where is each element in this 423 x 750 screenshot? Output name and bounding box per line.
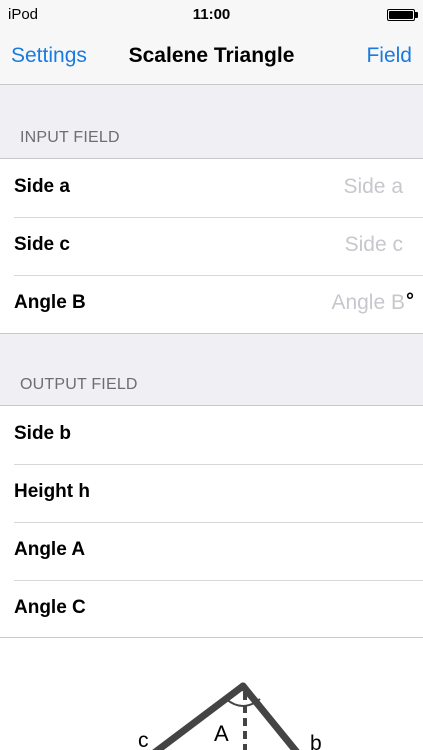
battery-icon	[387, 9, 415, 21]
input-section-header: INPUT FIELD	[20, 129, 120, 146]
output-section-header: OUTPUT FIELD	[20, 376, 138, 393]
triangle-drawing: c A b	[138, 682, 322, 750]
side-b-line	[239, 682, 300, 750]
input-group: Side a Side c Angle B °	[0, 158, 423, 334]
settings-button[interactable]: Settings	[11, 44, 87, 68]
angle-c-value	[203, 594, 403, 622]
side-b-label: Side b	[14, 423, 72, 444]
angle-b-label: Angle B	[14, 292, 86, 313]
height-h-label: Height h	[14, 481, 90, 502]
output-group: Side b Height h Angle A Angle C	[0, 405, 423, 639]
triangle-diagram: c A b	[0, 637, 423, 750]
output-row-angle-a: Angle A	[0, 522, 423, 580]
battery-fill	[389, 11, 413, 19]
angle-a-label: Angle A	[14, 539, 86, 560]
status-time: 11:00	[192, 6, 231, 23]
angle-a-text: A	[214, 721, 229, 746]
height-h-value	[203, 478, 403, 506]
angle-a-value	[203, 536, 403, 564]
output-row-height-h: Height h	[0, 464, 423, 522]
side-c-text: c	[138, 729, 149, 750]
angle-b-input[interactable]	[205, 289, 405, 317]
side-c-input[interactable]	[203, 231, 403, 259]
side-c-label: Side c	[14, 234, 70, 255]
input-row-angle-b[interactable]: Angle B °	[0, 275, 423, 333]
battery-tip	[415, 12, 418, 18]
navigation-bar: Settings Scalene Triangle Field	[0, 28, 423, 85]
side-a-label: Side a	[14, 176, 70, 197]
output-row-angle-c: Angle C	[0, 580, 423, 638]
field-button[interactable]: Field	[366, 44, 412, 68]
degree-unit: °	[406, 290, 414, 312]
side-c-line	[152, 682, 247, 750]
side-b-text: b	[310, 732, 322, 750]
input-row-side-c[interactable]: Side c	[0, 217, 423, 275]
output-row-side-b: Side b	[0, 406, 423, 464]
side-a-input[interactable]	[203, 173, 403, 201]
status-bar: iPod 11:00	[0, 0, 423, 28]
input-row-side-a[interactable]: Side a	[0, 159, 423, 217]
side-b-value	[203, 420, 403, 448]
angle-c-label: Angle C	[14, 597, 86, 618]
